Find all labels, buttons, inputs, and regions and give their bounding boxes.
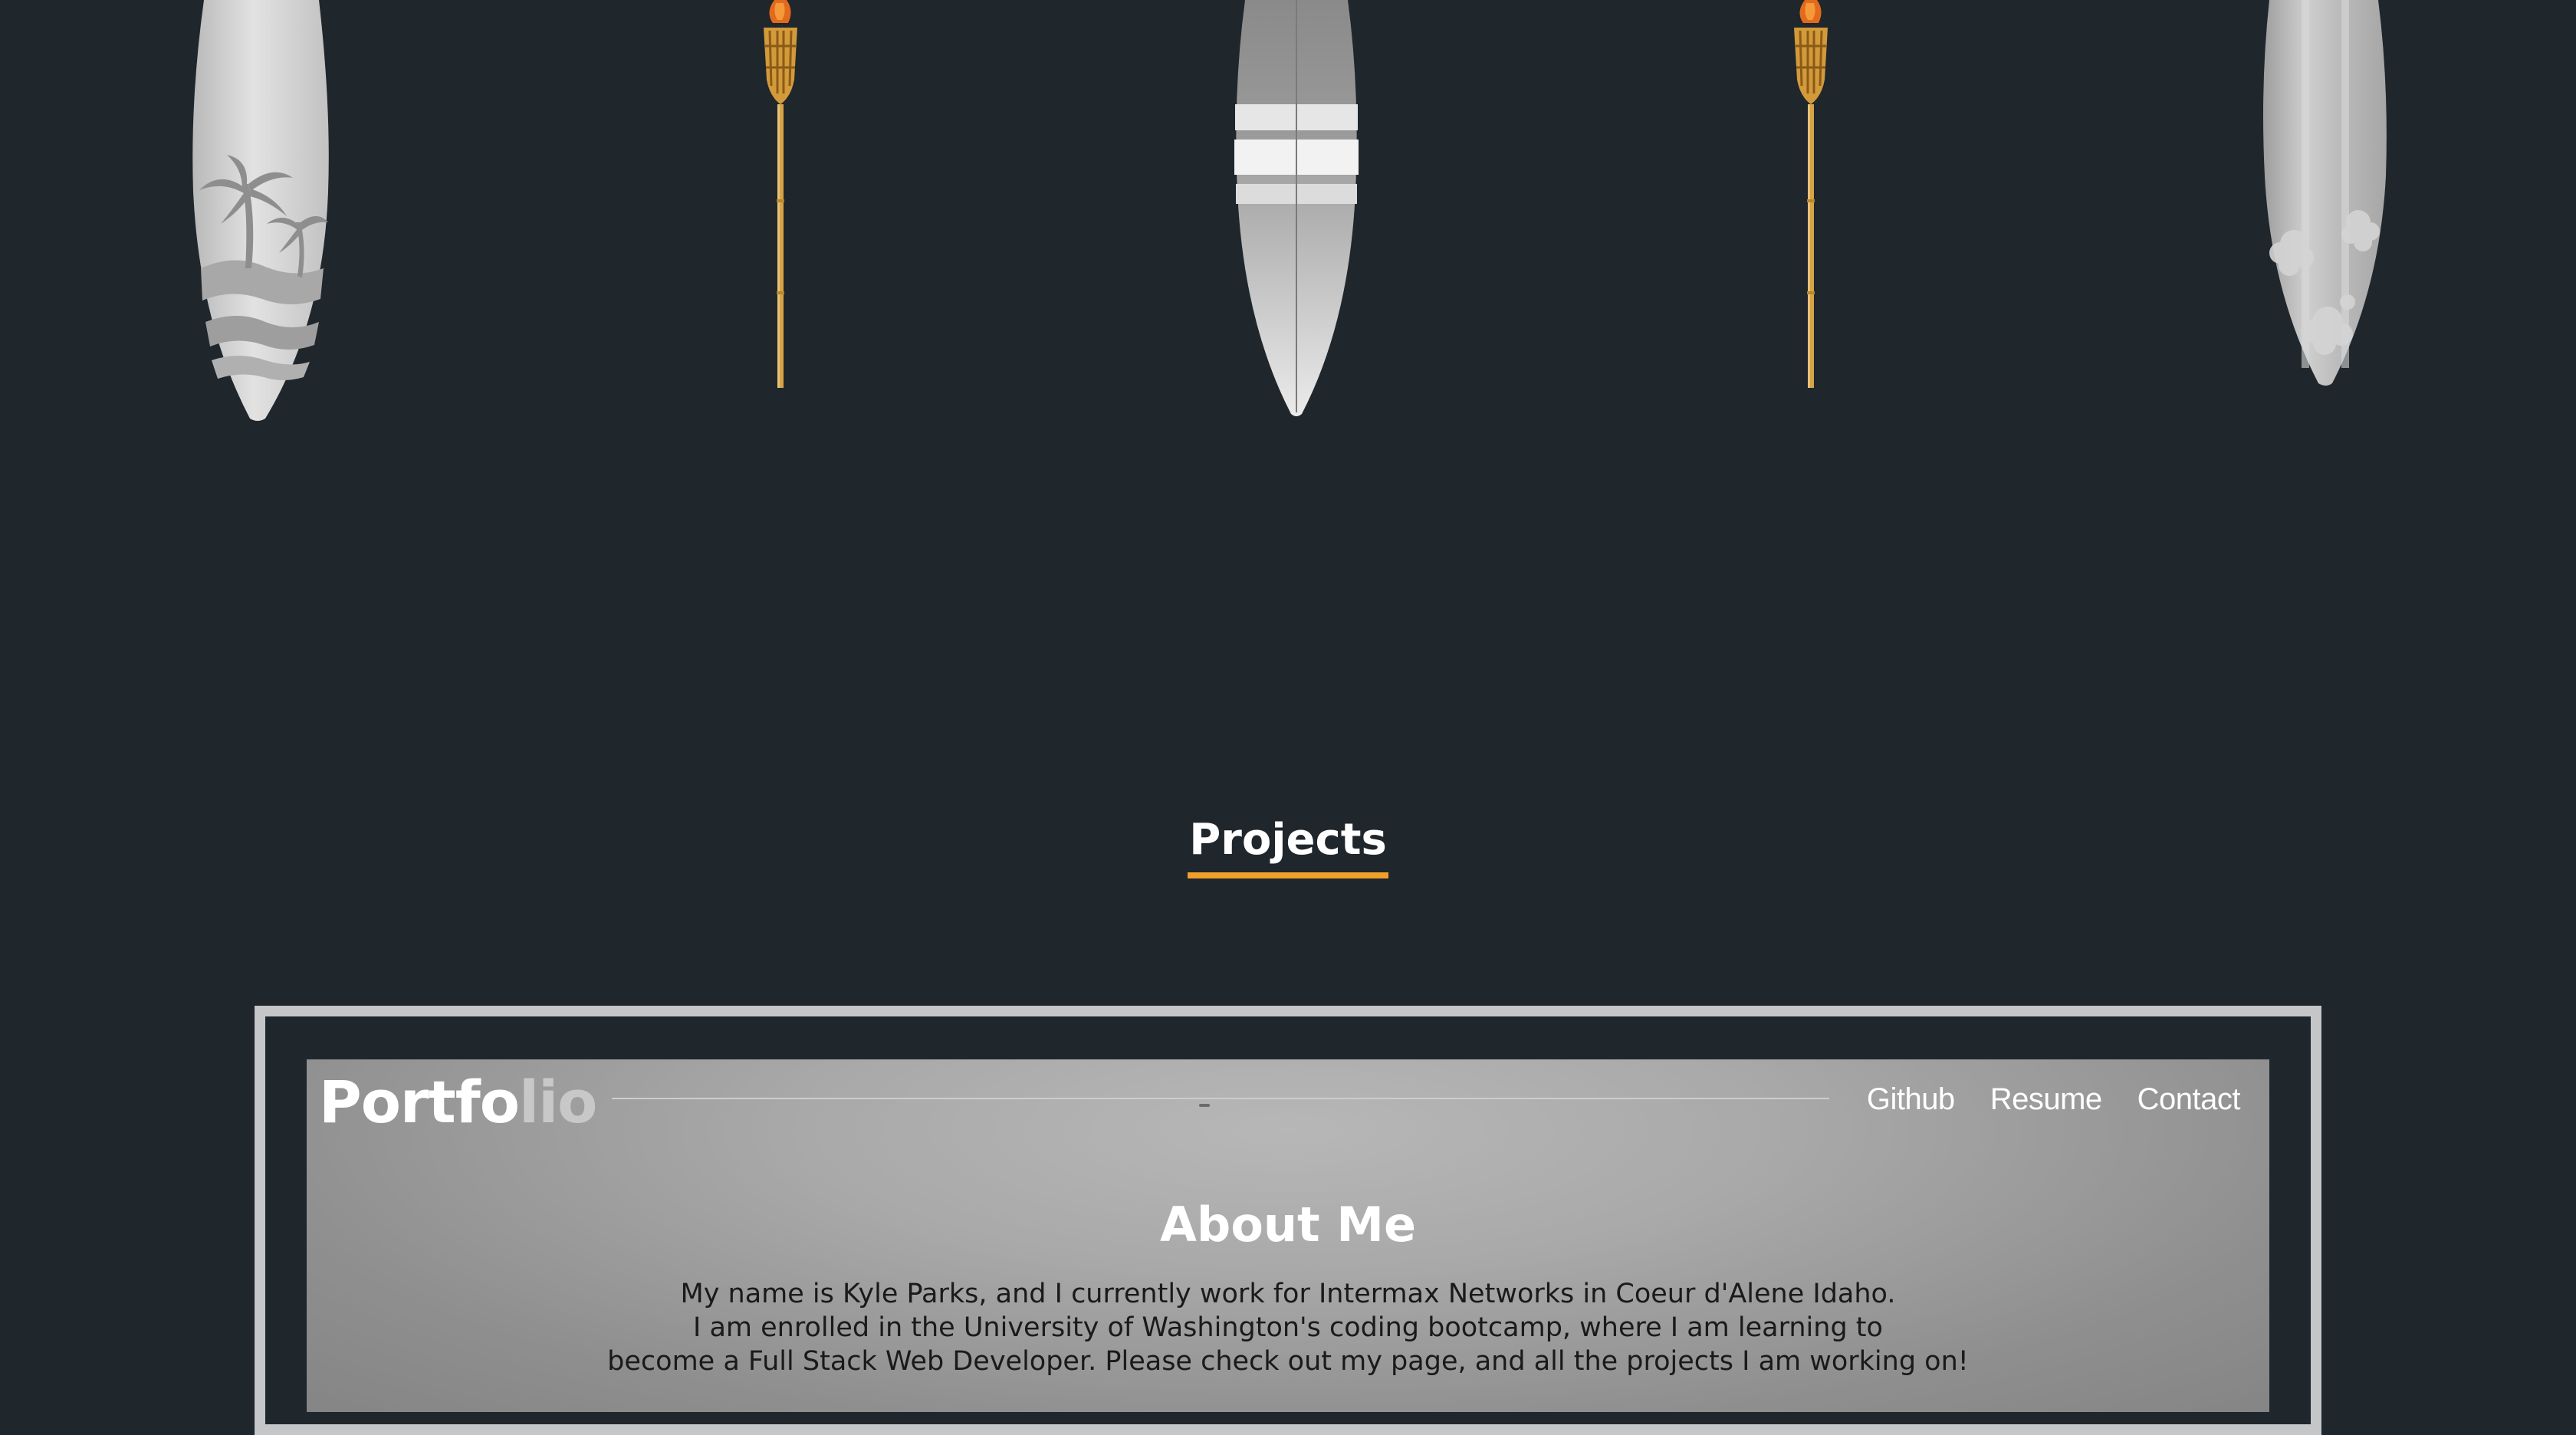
logo-faded-text: lio <box>519 1068 597 1136</box>
about-me-title: About Me <box>1159 1197 1417 1253</box>
nav-divider-marker <box>1199 1104 1210 1107</box>
about-line: become a Full Stack Web Developer. Pleas… <box>607 1346 1969 1377</box>
nav-contact-link[interactable]: Contact <box>2137 1079 2241 1119</box>
project-preview-page[interactable]: Portfolio Github Resume Contact About Me… <box>307 1059 2269 1412</box>
portfolio-logo[interactable]: Portfolio <box>319 1064 597 1141</box>
surfboard-palm-icon <box>192 0 329 421</box>
nav-divider <box>612 1098 1829 1099</box>
tiki-torch-icon <box>764 0 797 388</box>
surfboard-striped-icon <box>1234 0 1359 416</box>
about-me-text: My name is Kyle Parks, and I currently w… <box>307 1277 2269 1378</box>
projects-section: Projects <box>0 809 2576 878</box>
about-line: My name is Kyle Parks, and I currently w… <box>680 1279 1896 1309</box>
nav-resume-link[interactable]: Resume <box>1990 1079 2102 1119</box>
projects-heading: Projects <box>1188 809 1388 878</box>
surfboard-hibiscus-icon <box>2263 0 2387 386</box>
nav-github-link[interactable]: Github <box>1867 1079 1955 1119</box>
preview-nav: Github Resume Contact <box>1867 1079 2241 1119</box>
tiki-torch-icon <box>1794 0 1828 388</box>
logo-main-text: Portfo <box>319 1068 520 1136</box>
about-line: I am enrolled in the University of Washi… <box>693 1312 1883 1343</box>
